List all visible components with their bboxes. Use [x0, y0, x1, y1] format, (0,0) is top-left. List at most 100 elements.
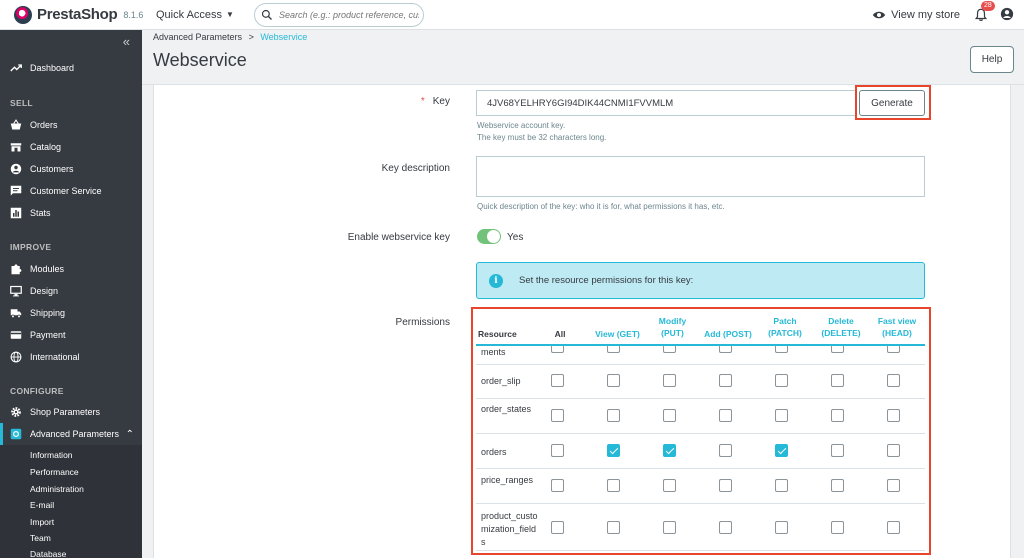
chevron-up-icon: ⌃: [125, 428, 134, 440]
sidebar-item-customers[interactable]: Customers: [0, 158, 142, 180]
sidebar-subitem-import[interactable]: Import: [30, 517, 54, 527]
col-header-fastview-line1: Fast view: [877, 316, 917, 326]
permission-checkbox-orders-6[interactable]: [887, 444, 900, 457]
sidebar-item-catalog[interactable]: Catalog: [0, 136, 142, 158]
sidebar-item-stats[interactable]: Stats: [0, 202, 142, 224]
permission-checkbox-order-states-0[interactable]: [551, 409, 564, 422]
permission-checkbox-product-customization-fields-3[interactable]: [719, 521, 732, 534]
sidebar-subitem-administration[interactable]: Administration: [30, 484, 84, 494]
permission-checkbox-order-slip-4[interactable]: [775, 374, 788, 387]
permission-checkbox-price-ranges-5[interactable]: [831, 479, 844, 492]
sidebar-subitem-information[interactable]: Information: [30, 450, 73, 460]
sidebar-subitem-performance[interactable]: Performance: [30, 467, 79, 477]
permission-checkbox-orders-4[interactable]: [775, 444, 788, 457]
col-header-view[interactable]: View (GET): [590, 328, 645, 340]
permission-checkbox-order-slip-6[interactable]: [887, 374, 900, 387]
permission-checkbox-order-states-5[interactable]: [831, 409, 844, 422]
permission-checkbox-orders-5[interactable]: [831, 444, 844, 457]
permission-checkbox-product-customization-fields-6[interactable]: [887, 521, 900, 534]
permission-checkbox-order-states-4[interactable]: [775, 409, 788, 422]
enable-webservice-toggle[interactable]: [477, 229, 501, 244]
breadcrumb: Advanced Parameters > Webservice: [153, 32, 307, 42]
sidebar-item-orders[interactable]: Orders: [0, 114, 142, 136]
logo-text: PrestaShop: [37, 6, 118, 23]
trending-up-icon: [10, 64, 22, 72]
sidebar-subitem-team[interactable]: Team: [30, 533, 51, 543]
sidebar-subitem-database[interactable]: Database: [30, 549, 66, 558]
permission-checkbox-order-states-3[interactable]: [719, 409, 732, 422]
permission-checkbox-orders-2[interactable]: [663, 444, 676, 457]
breadcrumb-current[interactable]: Webservice: [260, 32, 307, 42]
permission-checkbox-product-customization-fields-5[interactable]: [831, 521, 844, 534]
sidebar-item-international[interactable]: International: [0, 346, 142, 368]
key-description-textarea[interactable]: [476, 156, 925, 197]
permission-checkbox-order-slip-2[interactable]: [663, 374, 676, 387]
col-header-view-line1: View (GET): [595, 329, 640, 339]
permission-checkbox-order-states-6[interactable]: [887, 409, 900, 422]
key-input[interactable]: 4JV68YELHRY6GI94DIK44CNMI1FVVMLM: [476, 90, 856, 116]
col-header-patch[interactable]: Patch (PATCH): [757, 315, 813, 339]
sidebar-item-dashboard[interactable]: Dashboard: [0, 57, 142, 79]
row-divider: [476, 398, 925, 399]
sidebar-item-payment[interactable]: Payment: [0, 324, 142, 346]
sidebar-item-modules[interactable]: Modules: [0, 258, 142, 280]
sidebar-label: Stats: [30, 208, 51, 218]
permission-checkbox-price-ranges-2[interactable]: [663, 479, 676, 492]
sidebar-item-shipping[interactable]: Shipping: [0, 302, 142, 324]
permission-checkbox-orders-0[interactable]: [551, 444, 564, 457]
sidebar-label: Dashboard: [30, 63, 75, 73]
permission-checkbox-order-states-1[interactable]: [607, 409, 620, 422]
col-header-all[interactable]: All: [545, 328, 575, 340]
sidebar-item-design[interactable]: Design: [0, 280, 142, 302]
permission-checkbox-price-ranges-6[interactable]: [887, 479, 900, 492]
user-menu[interactable]: [1000, 7, 1014, 24]
permission-checkbox-price-ranges-0[interactable]: [551, 479, 564, 492]
key-description-help: Quick description of the key: who it is …: [477, 202, 725, 211]
col-header-delete[interactable]: Delete (DELETE): [813, 315, 869, 339]
sidebar-item-advanced-parameters[interactable]: Advanced Parameters ⌃: [0, 423, 142, 445]
sidebar-subitem-email[interactable]: E-mail: [30, 500, 54, 510]
enable-webservice-value: Yes: [507, 232, 524, 243]
caret-down-icon: ▼: [226, 10, 234, 19]
permission-checkbox-price-ranges-3[interactable]: [719, 479, 732, 492]
generate-button[interactable]: Generate: [859, 90, 925, 116]
permission-checkbox-product-customization-fields-4[interactable]: [775, 521, 788, 534]
permission-checkbox-product-customization-fields-1[interactable]: [607, 521, 620, 534]
key-description-label: Key description: [381, 163, 450, 174]
col-header-fastview[interactable]: Fast view (HEAD): [869, 315, 925, 339]
sidebar-label: Catalog: [30, 142, 62, 152]
help-button[interactable]: Help: [970, 46, 1014, 73]
permission-checkbox-order-slip-3[interactable]: [719, 374, 732, 387]
permission-checkbox-price-ranges-4[interactable]: [775, 479, 788, 492]
col-header-add[interactable]: Add (POST): [700, 328, 756, 340]
sidebar: « Dashboard SELL Orders Catalog Customer…: [0, 30, 142, 558]
permission-checkbox-product-customization-fields-2[interactable]: [663, 521, 676, 534]
permission-checkbox-price-ranges-1[interactable]: [607, 479, 620, 492]
sidebar-section-configure: CONFIGURE: [10, 386, 64, 396]
info-icon: i: [489, 273, 503, 288]
sidebar-item-shop-parameters[interactable]: Shop Parameters: [0, 401, 142, 423]
row-divider: [476, 468, 925, 469]
col-header-modify[interactable]: Modify (PUT): [645, 315, 700, 339]
sidebar-item-customer-service[interactable]: Customer Service: [0, 180, 142, 202]
permission-checkbox-product-customization-fields-0[interactable]: [551, 521, 564, 534]
permission-checkbox-order-slip-5[interactable]: [831, 374, 844, 387]
breadcrumb-parent[interactable]: Advanced Parameters: [153, 32, 242, 42]
permission-checkbox-orders-1[interactable]: [607, 444, 620, 457]
search-input[interactable]: [278, 9, 419, 20]
search-box[interactable]: [253, 2, 424, 27]
sidebar-label: Modules: [30, 264, 65, 274]
collapse-sidebar-icon[interactable]: «: [123, 34, 130, 49]
sidebar-section-improve: IMPROVE: [10, 242, 52, 252]
notifications-button[interactable]: 28: [974, 1, 995, 22]
permission-checkbox-order-slip-1[interactable]: [607, 374, 620, 387]
view-my-store-link[interactable]: View my store: [872, 8, 960, 22]
col-header-fastview-line2: (HEAD): [882, 328, 912, 338]
gear-icon: [11, 407, 21, 417]
quick-access-dropdown[interactable]: Quick Access ▼: [156, 9, 234, 21]
prestashop-logo[interactable]: PrestaShop 8.1.6: [14, 5, 144, 24]
desktop-icon: [10, 285, 22, 297]
permission-checkbox-order-slip-0[interactable]: [551, 374, 564, 387]
permission-checkbox-orders-3[interactable]: [719, 444, 732, 457]
permission-checkbox-order-states-2[interactable]: [663, 409, 676, 422]
